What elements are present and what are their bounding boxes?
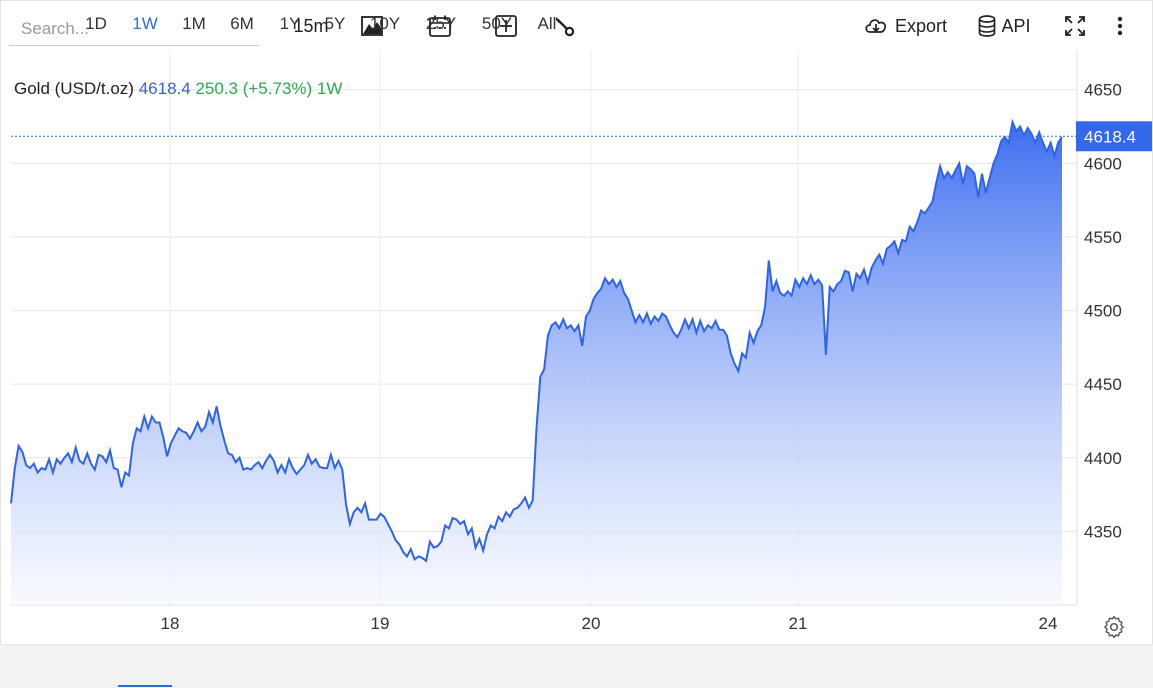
x-tick-label: 19 xyxy=(371,614,390,633)
x-tick-label: 24 xyxy=(1039,614,1058,633)
price-area xyxy=(11,122,1062,605)
active-range-indicator xyxy=(118,685,172,687)
x-tick-label: 21 xyxy=(789,614,808,633)
x-tick-label: 20 xyxy=(582,614,601,633)
instrument-change: 250.3 (+5.73%) 1W xyxy=(195,79,343,98)
range-button-1y[interactable]: 1Y xyxy=(276,14,304,34)
range-button-all[interactable]: All xyxy=(534,14,560,34)
range-button-5y[interactable]: 5Y xyxy=(320,14,350,34)
range-button-1w[interactable]: 1W xyxy=(126,14,164,34)
range-button-25y[interactable]: 25Y xyxy=(422,14,460,34)
chart-legend: Gold (USD/t.oz) 4618.4 250.3 (+5.73%) 1W xyxy=(14,79,342,99)
x-tick-label: 18 xyxy=(161,614,180,633)
chart-settings-button[interactable] xyxy=(1103,615,1125,639)
instrument-name: Gold (USD/t.oz) xyxy=(14,79,134,98)
gear-icon xyxy=(1104,615,1124,639)
y-tick-label: 4600 xyxy=(1084,154,1122,173)
range-bar xyxy=(0,644,1153,688)
range-button-1m[interactable]: 1M xyxy=(178,14,210,34)
instrument-price: 4618.4 xyxy=(138,79,191,98)
y-tick-label: 4650 xyxy=(1084,81,1122,100)
y-tick-label: 4400 xyxy=(1084,449,1122,468)
range-button-50y[interactable]: 50Y xyxy=(478,14,516,34)
y-tick-label: 4350 xyxy=(1084,522,1122,541)
y-tick-label: 4550 xyxy=(1084,228,1122,247)
y-tick-label: 4500 xyxy=(1084,302,1122,321)
last-price-label: 4618.4 xyxy=(1084,127,1136,146)
range-button-10y[interactable]: 10Y xyxy=(366,14,404,34)
last-price-badge: 4618.4 xyxy=(1076,121,1152,152)
range-button-6m[interactable]: 6M xyxy=(226,14,258,34)
range-button-1d[interactable]: 1D xyxy=(82,14,110,34)
y-tick-label: 4450 xyxy=(1084,375,1122,394)
